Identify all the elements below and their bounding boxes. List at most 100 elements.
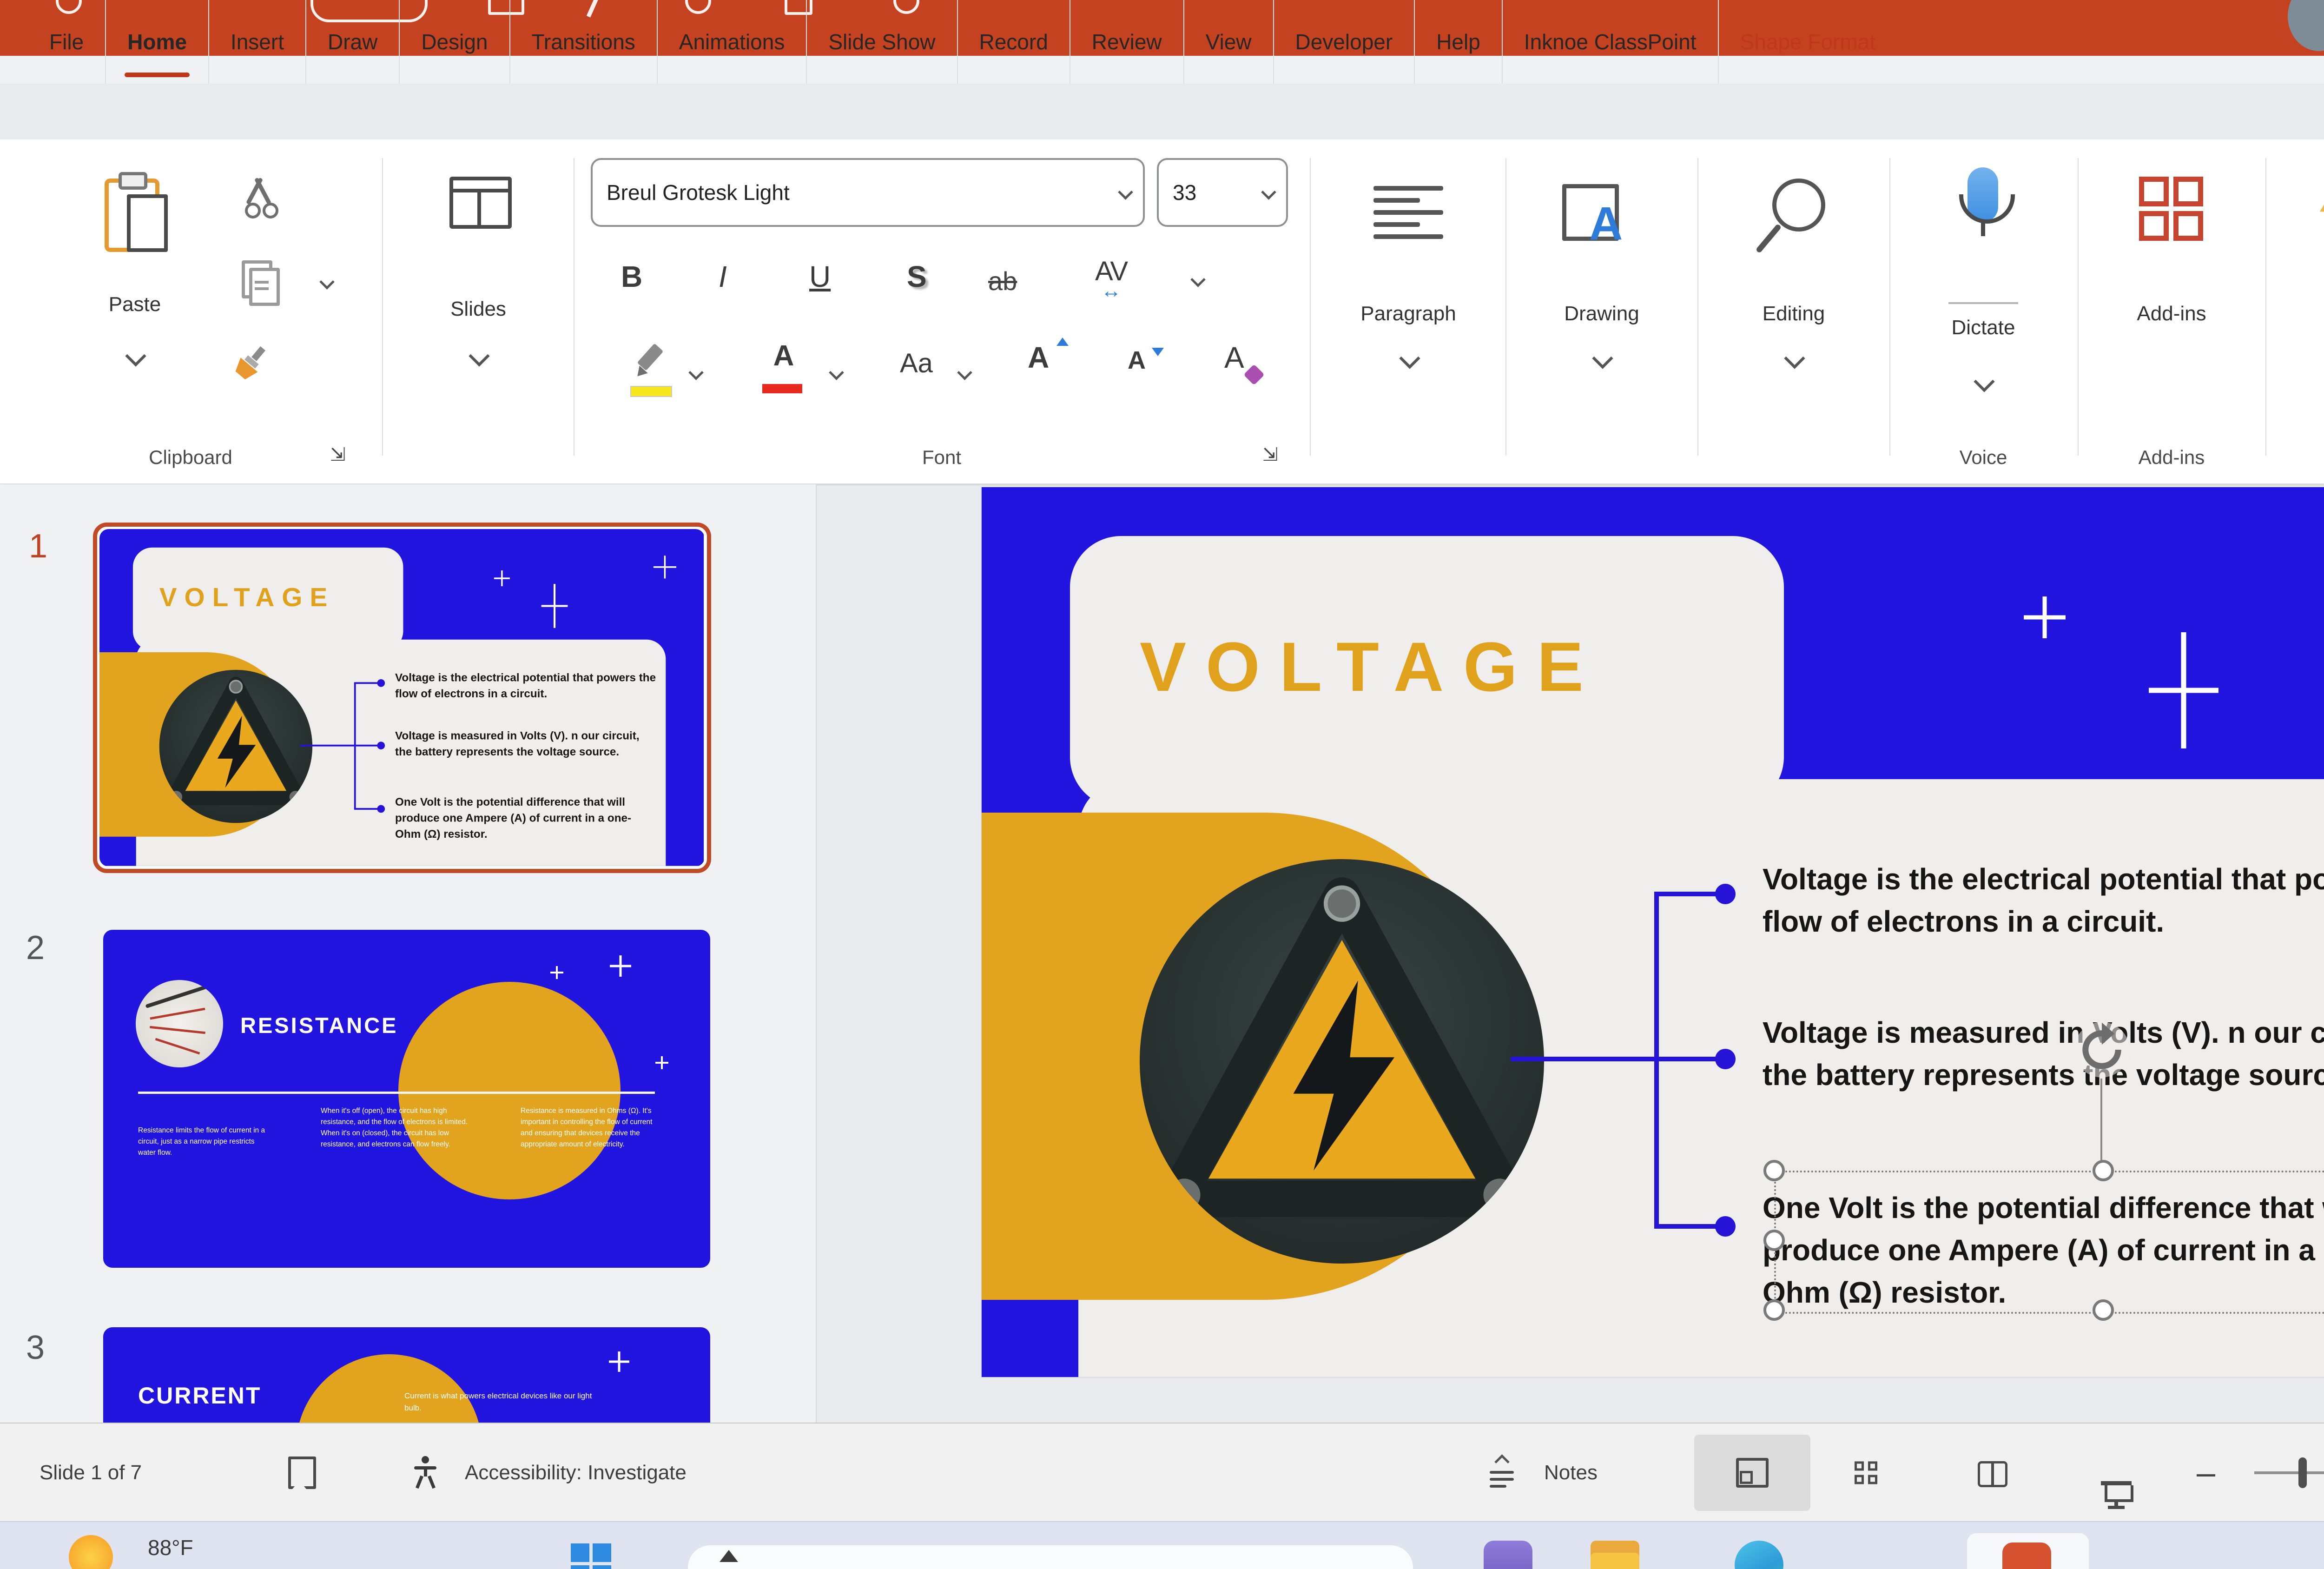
resize-handle-nw[interactable] [1763, 1160, 1785, 1181]
slide-sorter-view-button[interactable] [1855, 1461, 1877, 1484]
font-name-combobox[interactable]: Breul Grotesk Light [591, 158, 1145, 227]
hidden-icons-chevron-icon[interactable] [720, 1550, 738, 1562]
resize-handle-w[interactable] [1763, 1230, 1785, 1251]
shrink-font-letter: A [1128, 346, 1146, 374]
dictate-button[interactable]: Dictate [1928, 163, 2039, 442]
text-shadow-button[interactable]: S [907, 259, 927, 294]
slide-2-thumbnail[interactable]: RESISTANCE Resistance limits the flow of… [103, 930, 710, 1268]
paragraph-button[interactable]: Paragraph [1350, 167, 1466, 428]
reading-view-button[interactable] [1978, 1461, 2007, 1487]
cut-button[interactable] [239, 177, 278, 218]
paste-chevron-icon[interactable] [125, 345, 146, 367]
connector-dot [1715, 884, 1736, 904]
dictate-divider [1948, 302, 2018, 304]
highlight-chevron-icon[interactable] [688, 365, 704, 380]
slide-thumbnail-panel[interactable]: 1 VOLTAGE Voltage is the electrical pote… [0, 484, 817, 1423]
font-dialog-launcher-icon[interactable]: ⇲ [1262, 444, 1278, 465]
main-slide[interactable]: VOLTAGE Voltage is the electrical potent… [981, 487, 2324, 1377]
character-spacing-chevron-icon[interactable] [1190, 272, 1206, 287]
slides-chevron-icon[interactable] [469, 345, 490, 367]
increase-font-size-button[interactable]: A [1028, 338, 1069, 375]
tab-inknoe-classpoint[interactable]: Inknoe ClassPoint [1501, 0, 1718, 84]
tab-shape-format[interactable]: Shape Format [1717, 0, 1897, 84]
strikethrough-button[interactable]: ab [988, 266, 1017, 296]
tab-file[interactable]: File [28, 0, 105, 84]
addins-button[interactable]: Add-ins [2116, 167, 2227, 409]
grow-font-letter: A [1028, 341, 1050, 374]
paragraph-1[interactable]: Voltage is the electrical potential that… [1763, 858, 2324, 943]
normal-view-button[interactable] [1694, 1435, 1810, 1511]
resize-handle-s[interactable] [2093, 1299, 2114, 1321]
search-box[interactable] [687, 1544, 1414, 1569]
editing-button[interactable]: Editing [1738, 167, 1849, 428]
slide-1-thumbnail[interactable]: VOLTAGE Voltage is the electrical potent… [93, 523, 711, 873]
tab-review[interactable]: Review [1069, 0, 1183, 84]
weather-temperature[interactable]: 88°F [148, 1535, 193, 1560]
font-color-chevron-icon[interactable] [829, 365, 844, 380]
zoom-slider-track[interactable] [2254, 1471, 2324, 1474]
slide-3-caption: Current is what powers electrical device… [404, 1391, 592, 1413]
accessibility-status[interactable]: Accessibility: Investigate [465, 1461, 687, 1484]
tab-home[interactable]: Home [105, 0, 208, 84]
slide-3-thumbnail[interactable]: CURRENT Current is what powers electrica… [103, 1327, 710, 1423]
edge-app-icon[interactable] [1735, 1541, 1783, 1569]
notes-icon [1490, 1454, 1514, 1489]
warning-sign-photo[interactable] [1140, 859, 1544, 1264]
account-avatar[interactable] [2288, 0, 2324, 51]
copy-chevron-icon[interactable] [319, 274, 335, 290]
zoom-out-button[interactable]: – [2197, 1454, 2215, 1492]
tab-slide-show[interactable]: Slide Show [806, 0, 957, 84]
tab-help[interactable]: Help [1414, 0, 1502, 84]
bold-button[interactable]: B [621, 259, 642, 294]
dictate-chevron-icon[interactable] [1974, 371, 1995, 392]
windows-start-icon[interactable] [571, 1543, 611, 1569]
notes-button[interactable]: Notes [1544, 1461, 1598, 1484]
editing-chevron-icon[interactable] [1784, 348, 1805, 369]
tab-record[interactable]: Record [957, 0, 1070, 84]
tab-transitions[interactable]: Transitions [509, 0, 657, 84]
underline-button[interactable]: U [809, 259, 831, 294]
change-case-chevron-icon[interactable] [957, 365, 972, 380]
editing-group: Editing [1698, 139, 1888, 483]
clipboard-dialog-launcher-icon[interactable]: ⇲ [330, 444, 346, 465]
rotate-handle-icon[interactable] [2072, 1020, 2132, 1080]
slides-button[interactable]: Slides [423, 167, 534, 428]
tab-design[interactable]: Design [399, 0, 509, 84]
slideshow-view-button[interactable] [2101, 1481, 2133, 1511]
italic-button[interactable]: I [719, 259, 727, 294]
powerpoint-app-icon[interactable] [2002, 1543, 2051, 1569]
zoom-slider-thumb[interactable] [2298, 1457, 2307, 1488]
font-name-chevron-icon[interactable] [1118, 185, 1133, 200]
slide-2-title: RESISTANCE [240, 1013, 398, 1038]
tab-developer[interactable]: Developer [1273, 0, 1414, 84]
warning-sign-photo [159, 669, 313, 823]
textbox-selection-border[interactable] [1774, 1171, 2324, 1314]
paragraph-2[interactable]: Voltage is measured in Volts (V). n our … [1763, 1012, 2324, 1096]
highlight-color-button[interactable] [630, 343, 677, 409]
paste-button[interactable]: Paste [79, 167, 191, 391]
resize-handle-n[interactable] [2093, 1160, 2114, 1181]
font-size-combobox[interactable]: 33 [1157, 158, 1288, 227]
font-color-button[interactable]: A [760, 339, 807, 404]
bookmark-icon[interactable] [288, 1456, 316, 1489]
drawing-button[interactable]: A Drawing [1546, 167, 1657, 428]
copy-button[interactable] [242, 260, 284, 307]
loop-app-icon[interactable] [1484, 1541, 1532, 1569]
clear-formatting-button[interactable]: A [1224, 340, 1265, 385]
character-spacing-button[interactable]: AV ↔ [1095, 256, 1128, 303]
tab-animations[interactable]: Animations [656, 0, 806, 84]
tab-insert[interactable]: Insert [208, 0, 305, 84]
slide-title[interactable]: VOLTAGE [1140, 627, 1603, 707]
resize-handle-sw[interactable] [1763, 1299, 1785, 1321]
designer-button[interactable]: Designer [2306, 167, 2324, 409]
decrease-font-size-button[interactable]: A [1128, 346, 1164, 375]
tab-draw[interactable]: Draw [305, 0, 399, 84]
format-painter-button[interactable] [225, 337, 277, 389]
drawing-chevron-icon[interactable] [1592, 348, 1613, 369]
tab-view[interactable]: View [1183, 0, 1273, 84]
addins-group: Add-ins Add-ins [2079, 139, 2265, 483]
paragraph-chevron-icon[interactable] [1399, 348, 1420, 369]
change-case-button[interactable]: Aa [900, 348, 933, 379]
weather-sun-icon[interactable] [69, 1535, 113, 1569]
font-size-chevron-icon[interactable] [1261, 185, 1276, 200]
